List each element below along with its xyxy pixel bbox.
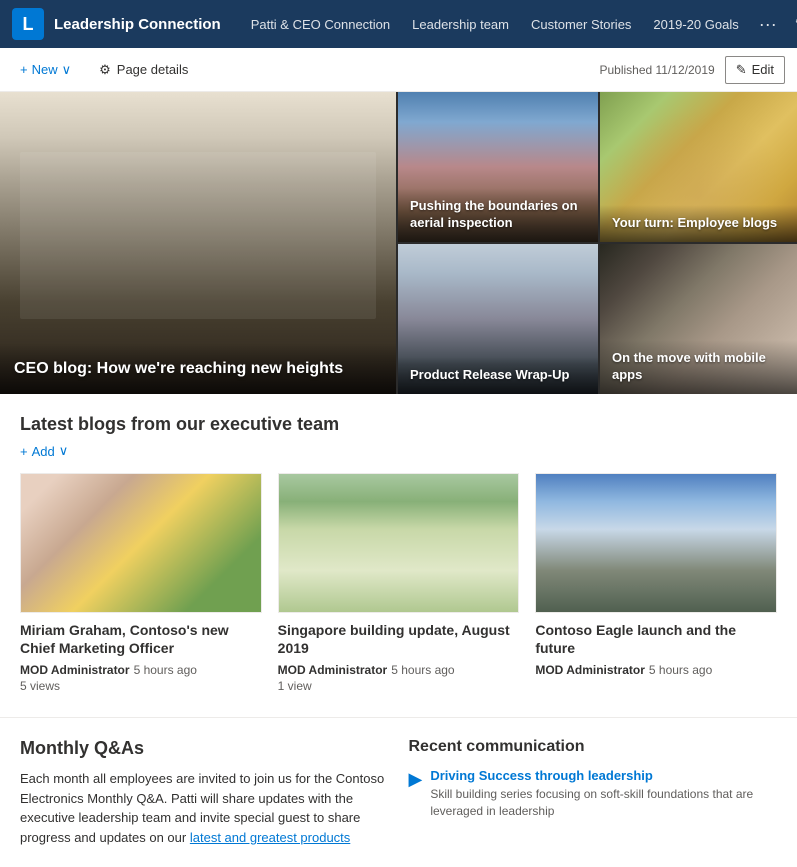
hero-top-right-title: Your turn: Employee blogs bbox=[612, 215, 788, 232]
content-area: Latest blogs from our executive team + A… bbox=[0, 394, 797, 867]
plus-icon: + bbox=[20, 444, 28, 459]
blog-card-image-1 bbox=[278, 473, 520, 613]
blog-card-image-0 bbox=[20, 473, 262, 613]
nav-link-goals[interactable]: 2019-20 Goals bbox=[643, 0, 748, 48]
monthly-qa-title: Monthly Q&As bbox=[20, 738, 389, 759]
blog-card-author-0: MOD Administrator bbox=[20, 663, 130, 677]
add-button[interactable]: + Add ∨ bbox=[20, 443, 777, 459]
blog-card-author-2: MOD Administrator bbox=[535, 663, 645, 677]
hero-top-middle-overlay: Pushing the boundaries on aerial inspect… bbox=[398, 188, 598, 242]
recent-comm-item-desc: Skill building series focusing on soft-s… bbox=[430, 786, 777, 820]
recent-comm-item[interactable]: ▶ Driving Success through leadership Ski… bbox=[409, 768, 778, 820]
bottom-grid: Monthly Q&As Each month all employees ar… bbox=[20, 738, 777, 867]
hero-bottom-middle-cell[interactable]: Product Release Wrap-Up bbox=[398, 244, 598, 394]
nav-link-leadership[interactable]: Leadership team bbox=[402, 0, 519, 48]
plus-icon: + bbox=[20, 62, 28, 77]
site-title: Leadership Connection bbox=[54, 16, 221, 33]
blog-card-meta-1: MOD Administrator 5 hours ago bbox=[278, 663, 520, 677]
blog-card-meta-2: MOD Administrator 5 hours ago bbox=[535, 663, 777, 677]
monthly-qa-section: Monthly Q&As Each month all employees ar… bbox=[20, 738, 389, 847]
hero-main-overlay: CEO blog: How we're reaching new heights bbox=[0, 343, 396, 394]
page-toolbar: + New ∨ ⚙ Page details Published 11/12/2… bbox=[0, 48, 797, 92]
nav-more-button[interactable]: ··· bbox=[751, 0, 785, 48]
navbar-actions: ✎ Edit ★ Following ↗ Share site bbox=[785, 5, 797, 43]
arrow-right-icon: ▶ bbox=[409, 769, 423, 790]
blog-card-2[interactable]: Contoso Eagle launch and the future MOD … bbox=[535, 473, 777, 693]
blog-card-time-0: 5 hours ago bbox=[134, 663, 197, 677]
hero-bottom-right-cell[interactable]: On the move with mobile apps bbox=[600, 244, 797, 394]
recent-comm-title: Recent communication bbox=[409, 738, 778, 756]
published-date: Published 11/12/2019 bbox=[599, 63, 714, 77]
toolbar-right: Published 11/12/2019 ✎ Edit bbox=[599, 56, 785, 84]
nav-link-patti[interactable]: Patti & CEO Connection bbox=[241, 0, 400, 48]
monthly-qa-link[interactable]: latest and greatest products bbox=[190, 830, 350, 845]
page-details-button[interactable]: ⚙ Page details bbox=[91, 58, 196, 82]
hero-main-cell[interactable]: CEO blog: How we're reaching new heights bbox=[0, 92, 396, 394]
blog-card-time-2: 5 hours ago bbox=[649, 663, 712, 677]
blog-card-0[interactable]: Miriam Graham, Contoso's new Chief Marke… bbox=[20, 473, 262, 693]
new-button[interactable]: + New ∨ bbox=[12, 58, 79, 82]
navbar: L Leadership Connection Patti & CEO Conn… bbox=[0, 0, 797, 48]
nav-link-customer[interactable]: Customer Stories bbox=[521, 0, 641, 48]
hero-bottom-middle-overlay: Product Release Wrap-Up bbox=[398, 357, 598, 394]
blog-card-views-1: 1 view bbox=[278, 679, 520, 693]
blog-card-author-1: MOD Administrator bbox=[278, 663, 388, 677]
blog-card-title-2: Contoso Eagle launch and the future bbox=[535, 621, 777, 657]
recent-comm-item-title: Driving Success through leadership bbox=[430, 768, 777, 783]
edit-nav-button[interactable]: ✎ Edit bbox=[785, 12, 797, 36]
chevron-icon: ∨ bbox=[59, 443, 69, 459]
recent-comm-item-content: Driving Success through leadership Skill… bbox=[430, 768, 777, 820]
blog-card-time-1: 5 hours ago bbox=[391, 663, 454, 677]
recent-comm-section: Recent communication ▶ Driving Success t… bbox=[409, 738, 778, 847]
site-logo: L bbox=[12, 8, 44, 40]
blog-card-title-0: Miriam Graham, Contoso's new Chief Marke… bbox=[20, 621, 262, 657]
gear-icon: ⚙ bbox=[99, 62, 111, 78]
hero-top-right-cell[interactable]: Your turn: Employee blogs bbox=[600, 92, 797, 242]
hero-top-middle-title: Pushing the boundaries on aerial inspect… bbox=[410, 198, 586, 232]
blog-card-image-2 bbox=[535, 473, 777, 613]
blog-card-1[interactable]: Singapore building update, August 2019 M… bbox=[278, 473, 520, 693]
blogs-section-title: Latest blogs from our executive team bbox=[20, 414, 777, 435]
hero-top-middle-cell[interactable]: Pushing the boundaries on aerial inspect… bbox=[398, 92, 598, 242]
edit-page-button[interactable]: ✎ Edit bbox=[725, 56, 785, 84]
hero-grid: CEO blog: How we're reaching new heights… bbox=[0, 92, 797, 394]
blog-card-views-0: 5 views bbox=[20, 679, 262, 693]
pencil-icon: ✎ bbox=[736, 62, 747, 78]
blog-card-title-1: Singapore building update, August 2019 bbox=[278, 621, 520, 657]
blog-card-meta-0: MOD Administrator 5 hours ago bbox=[20, 663, 262, 677]
hero-bottom-right-overlay: On the move with mobile apps bbox=[600, 340, 797, 394]
nav-links: Patti & CEO Connection Leadership team C… bbox=[241, 0, 785, 48]
blogs-section: Latest blogs from our executive team + A… bbox=[20, 414, 777, 693]
hero-bottom-right-title: On the move with mobile apps bbox=[612, 350, 788, 384]
monthly-qa-body: Each month all employees are invited to … bbox=[20, 769, 389, 847]
section-divider bbox=[0, 717, 797, 718]
hero-top-right-overlay: Your turn: Employee blogs bbox=[600, 205, 797, 242]
hero-main-title: CEO blog: How we're reaching new heights bbox=[14, 359, 382, 380]
hero-bottom-middle-title: Product Release Wrap-Up bbox=[410, 367, 586, 384]
chevron-down-icon: ∨ bbox=[62, 62, 72, 78]
blog-cards: Miriam Graham, Contoso's new Chief Marke… bbox=[20, 473, 777, 693]
toolbar-left: + New ∨ ⚙ Page details bbox=[12, 58, 599, 82]
